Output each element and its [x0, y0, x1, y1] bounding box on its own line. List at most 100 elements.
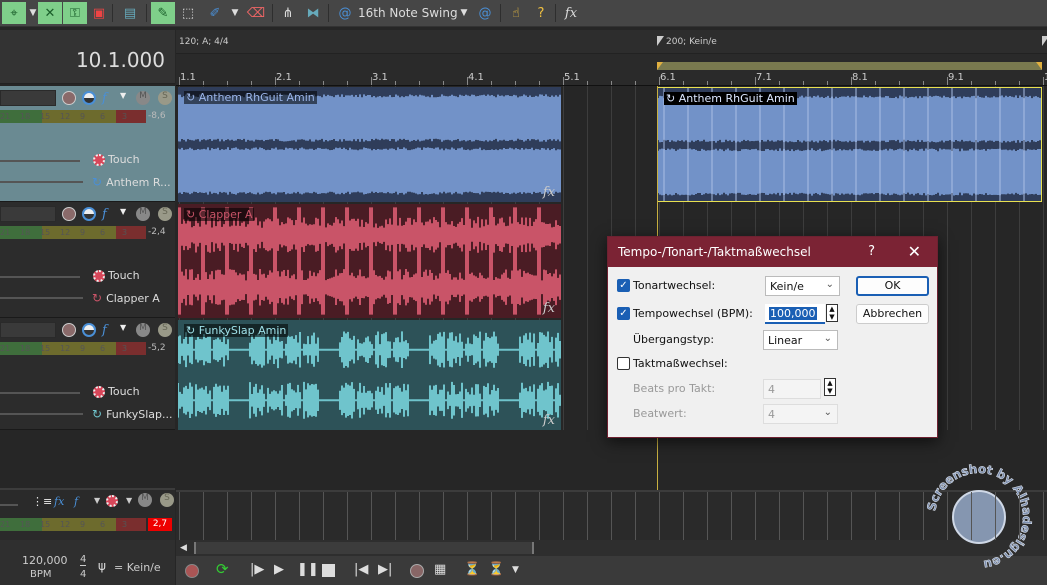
envelope-tool-icon[interactable]: ✕ [38, 2, 62, 24]
mute-button[interactable]: M [136, 91, 150, 105]
volume-slider[interactable] [0, 160, 80, 162]
pause-button[interactable]: ❚❚ [297, 562, 319, 577]
volume-slider[interactable] [0, 276, 80, 278]
solo-button[interactable]: S [158, 91, 172, 105]
monitor-button[interactable] [82, 323, 96, 337]
groove-settings-icon[interactable]: @ [474, 2, 496, 24]
track-header-3[interactable]: f ▼ M S 21181512963 -5,2 Touch▼ ↻FunkySl… [0, 318, 193, 430]
clip-fx-icon[interactable]: fx [543, 301, 555, 316]
tempo-input[interactable]: 100,000 [765, 304, 825, 324]
track-fx-icon[interactable]: f [102, 207, 116, 222]
solo-button[interactable]: S [160, 493, 174, 507]
time-sig-bottom[interactable]: 4 [80, 569, 86, 580]
track-header-1[interactable]: f ▼ M S 21181512963 -8,6 Touch▼ ↻Anthem … [0, 86, 193, 202]
monitor-button[interactable] [82, 207, 96, 221]
chevron-down-icon[interactable]: ▼ [458, 2, 470, 24]
track-header-2[interactable]: f ▼ M S 21181512963 -2,4 Touch▼ ↻Clapper… [0, 202, 193, 318]
groove-preset-select[interactable]: 16th Note Swing [358, 2, 458, 24]
timestretch-icon[interactable]: ⧓ [302, 2, 324, 24]
mute-button[interactable]: M [136, 323, 150, 337]
prev-frame-button[interactable] [410, 564, 424, 578]
paint-tool-icon[interactable]: ✐ [203, 2, 227, 24]
timeline-ruler[interactable]: 1.12.13.14.15.16.17.18.19.11 [176, 70, 1047, 86]
arm-record-button[interactable] [62, 323, 76, 337]
clip-anthem-rhguit-1[interactable]: ↻ Anthem RhGuit Amin fx [178, 87, 561, 202]
key-select[interactable]: Kein/e ⌄ [765, 276, 840, 296]
close-button[interactable]: ✕ [908, 242, 921, 261]
track-fx-icon[interactable]: f [102, 91, 116, 106]
pan-slider[interactable] [0, 181, 83, 183]
pan-slider[interactable] [0, 297, 83, 299]
tempo-marker-start[interactable]: 120; A; 4/4 [179, 37, 229, 47]
marker-flag-icon[interactable] [1042, 36, 1047, 46]
clip-clapper-a[interactable]: ↻ Clapper A fx [178, 204, 561, 318]
tempo-marker-change[interactable]: 200; Kein/e [666, 37, 717, 47]
fx-chain-icon[interactable]: f [74, 495, 78, 508]
help-cursor-icon[interactable]: ☝ [505, 2, 527, 24]
volume-slider[interactable] [0, 392, 80, 394]
chevron-down-icon[interactable]: ▼ [229, 2, 241, 24]
dialog-titlebar[interactable]: Tempo-/Tonart-/Taktmaßwechsel ? ✕ [608, 237, 937, 267]
ignore-grouping-icon[interactable]: ▤ [118, 2, 142, 24]
meter-change-checkbox[interactable] [617, 357, 630, 370]
tempo-spinner[interactable]: ▲ ▼ [826, 304, 838, 322]
metronome-icon[interactable]: ⏳ [464, 562, 480, 577]
clip-indicator[interactable]: 2,7 [148, 518, 172, 531]
bus-icon[interactable]: ⋮≡ [32, 495, 52, 508]
arm-record-button[interactable] [62, 91, 76, 105]
play-button[interactable]: ▶ [274, 562, 284, 577]
stop-button[interactable] [322, 564, 335, 577]
auto-crossfade-icon[interactable]: ⚿ [63, 2, 87, 24]
loop-playback-button[interactable]: ⟳ [216, 560, 229, 578]
scroll-left-icon[interactable]: ◀ [180, 543, 187, 553]
clip-fx-icon[interactable]: fx [543, 185, 555, 200]
solo-button[interactable]: S [158, 323, 172, 337]
horizontal-scrollbar[interactable]: ◀ [176, 540, 1047, 556]
beats-spinner[interactable]: ▲ ▼ [824, 378, 836, 396]
fx-add-icon[interactable]: fx [560, 2, 582, 24]
erase-tool-icon[interactable]: ⌫ [244, 2, 268, 24]
clip-fx-icon[interactable]: fx [543, 413, 555, 428]
smart-tool-icon[interactable]: ⌖ [2, 2, 26, 24]
ok-button[interactable]: OK [856, 276, 929, 296]
beats-per-bar-input[interactable]: 4 [763, 379, 821, 399]
master-fx-icon[interactable]: fx [54, 495, 64, 508]
go-to-start-button[interactable]: |◀ [354, 562, 368, 577]
track-fx-icon[interactable]: f [102, 323, 116, 338]
gear-icon[interactable] [106, 495, 118, 507]
mute-button[interactable]: M [136, 207, 150, 221]
chevron-down-icon[interactable]: ▼ [120, 323, 134, 337]
tempo-change-checkbox[interactable]: ✓ [617, 307, 630, 320]
next-frame-button[interactable]: ▦ [434, 562, 446, 577]
lock-envelopes-icon[interactable]: ▣ [88, 2, 110, 24]
cancel-button[interactable]: Abbrechen [856, 304, 929, 324]
loop-region[interactable] [657, 62, 1042, 70]
time-sig-top[interactable]: 4 [80, 554, 87, 566]
chevron-down-icon[interactable]: ▼ [120, 91, 134, 105]
clip-funkyslap-amin[interactable]: ↻ FunkySlap Amin fx [178, 320, 561, 430]
marker-flag-icon[interactable] [657, 36, 664, 46]
whats-this-icon[interactable]: ? [530, 2, 552, 24]
chevron-down-icon[interactable]: ▼ [512, 565, 519, 575]
key-change-checkbox[interactable]: ✓ [617, 279, 630, 292]
split-icon[interactable]: ⋔ [277, 2, 299, 24]
chevron-down-icon[interactable]: ▼ [120, 207, 134, 221]
help-button[interactable]: ? [868, 244, 875, 259]
beat-value-select[interactable]: 4 ⌄ [763, 404, 838, 424]
play-from-start-button[interactable]: |▶ [250, 562, 264, 577]
transition-select[interactable]: Linear ⌄ [763, 330, 838, 350]
track-name-field[interactable] [0, 322, 56, 338]
metronome-countin-icon[interactable]: ⏳ [488, 562, 504, 577]
monitor-button[interactable] [82, 91, 96, 105]
chevron-down-icon[interactable]: ▼ [94, 496, 100, 505]
marker-bar[interactable]: 120; A; 4/4 200; Kein/e [176, 30, 1047, 54]
selection-tool-icon[interactable]: ⬚ [177, 2, 199, 24]
mute-button[interactable]: M [138, 493, 152, 507]
clip-anthem-rhguit-2[interactable]: ↻ Anthem RhGuit Amin [657, 87, 1042, 202]
record-button[interactable] [185, 564, 199, 578]
scrollbar-thumb[interactable] [194, 542, 534, 554]
arm-record-button[interactable] [62, 207, 76, 221]
solo-button[interactable]: S [158, 207, 172, 221]
key-value[interactable]: = Kein/e [114, 561, 161, 574]
track-name-field[interactable] [0, 206, 56, 222]
